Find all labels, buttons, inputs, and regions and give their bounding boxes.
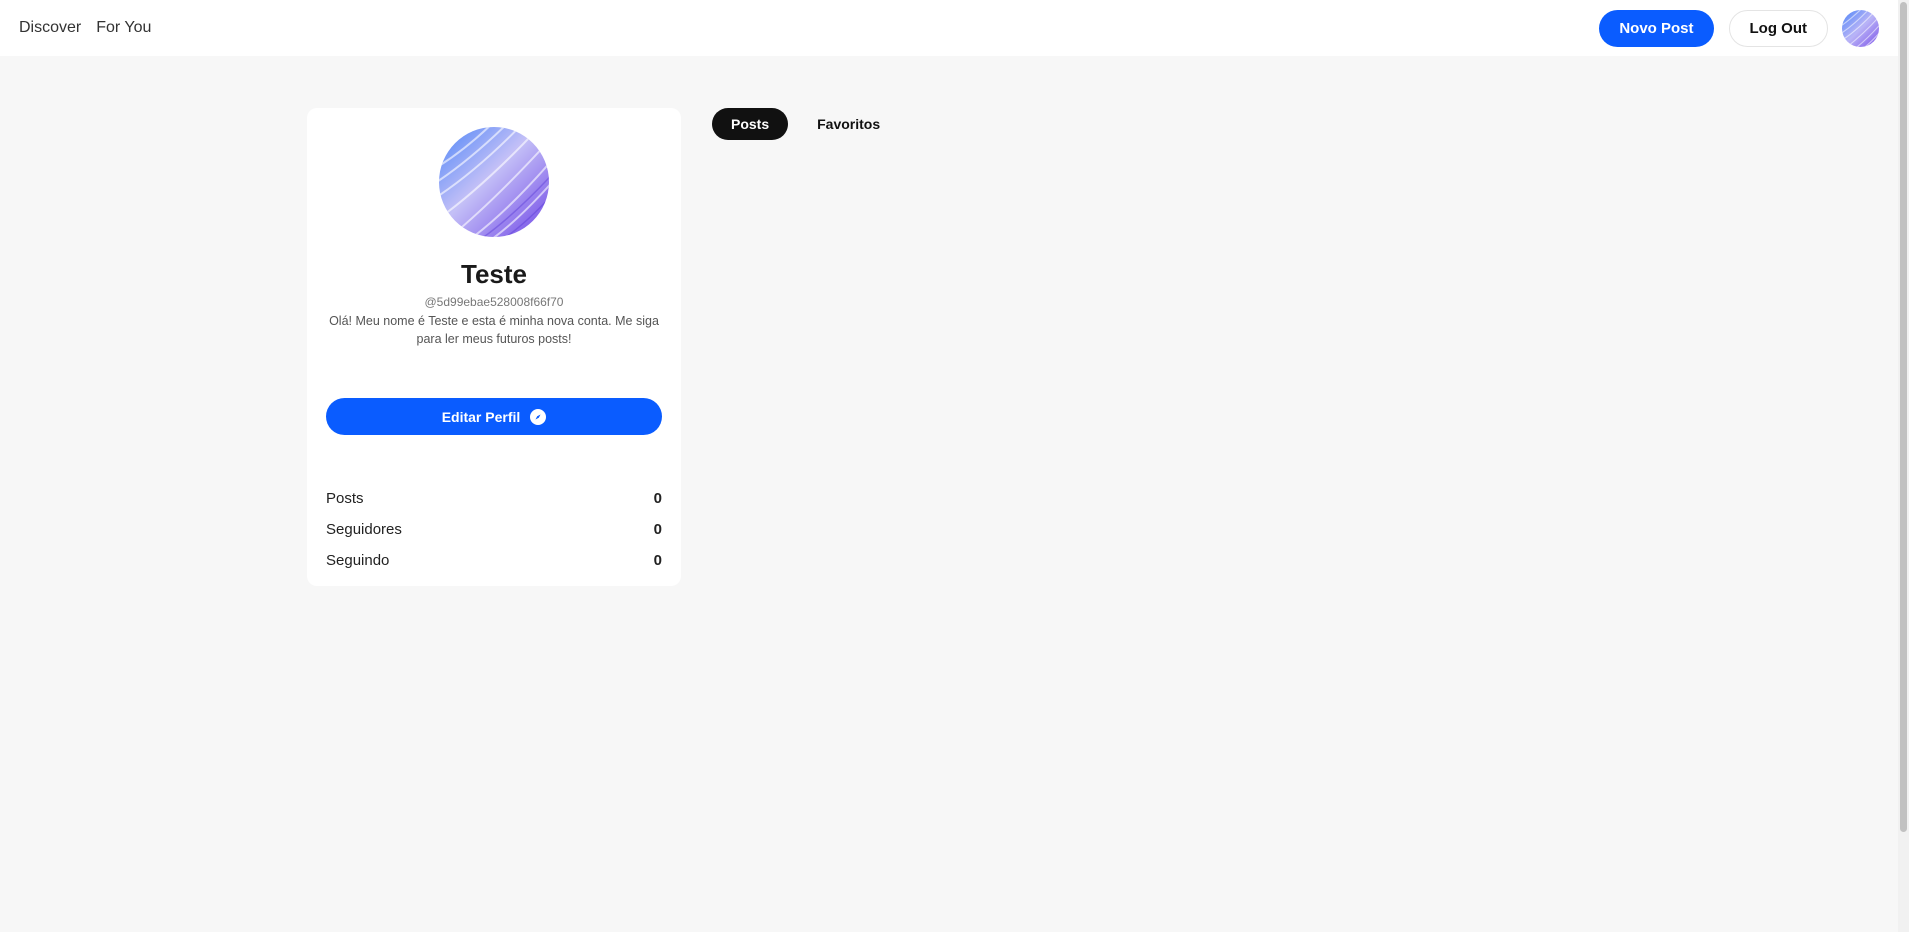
tab-favorites[interactable]: Favoritos bbox=[798, 108, 899, 140]
logout-button[interactable]: Log Out bbox=[1728, 9, 1828, 47]
stat-value: 0 bbox=[653, 490, 662, 507]
scrollbar-thumb[interactable] bbox=[1900, 2, 1907, 832]
nav-actions: Novo Post Log Out bbox=[1599, 9, 1879, 47]
profile-avatar bbox=[439, 127, 549, 237]
new-post-button[interactable]: Novo Post bbox=[1599, 9, 1714, 47]
profile-tabs: Posts Favoritos bbox=[712, 108, 899, 140]
stat-label: Seguidores bbox=[326, 521, 402, 538]
user-avatar[interactable] bbox=[1842, 9, 1879, 47]
profile-avatar-image bbox=[439, 127, 549, 237]
stat-value: 0 bbox=[653, 521, 662, 538]
nav-links: Discover For You bbox=[19, 19, 151, 37]
page-scrollbar[interactable] bbox=[1898, 0, 1909, 932]
stat-label: Posts bbox=[326, 490, 364, 507]
profile-card: Teste @5d99ebae528008f66f70 Olá! Meu nom… bbox=[307, 108, 681, 586]
stat-posts: Posts 0 bbox=[326, 483, 662, 514]
edit-profile-label: Editar Perfil bbox=[441, 408, 521, 425]
profile-stats: Posts 0 Seguidores 0 Seguindo 0 bbox=[326, 483, 662, 576]
stat-value: 0 bbox=[653, 552, 662, 569]
compass-icon bbox=[530, 408, 547, 425]
profile-bio: Olá! Meu nome é Teste e esta é minha nov… bbox=[329, 314, 659, 346]
nav-link-for-you[interactable]: For You bbox=[96, 19, 151, 37]
profile-handle: @5d99ebae528008f66f70 bbox=[424, 295, 564, 309]
edit-profile-button[interactable]: Editar Perfil bbox=[326, 398, 662, 435]
top-navigation-bar: Discover For You Novo Post Log Out bbox=[0, 0, 1898, 56]
stat-followers: Seguidores 0 bbox=[326, 514, 662, 545]
stat-following: Seguindo 0 bbox=[326, 545, 662, 576]
tab-posts[interactable]: Posts bbox=[712, 108, 789, 140]
nav-link-discover[interactable]: Discover bbox=[19, 19, 81, 37]
avatar-image bbox=[1842, 9, 1879, 47]
stat-label: Seguindo bbox=[326, 552, 390, 569]
profile-name: Teste bbox=[461, 259, 527, 289]
